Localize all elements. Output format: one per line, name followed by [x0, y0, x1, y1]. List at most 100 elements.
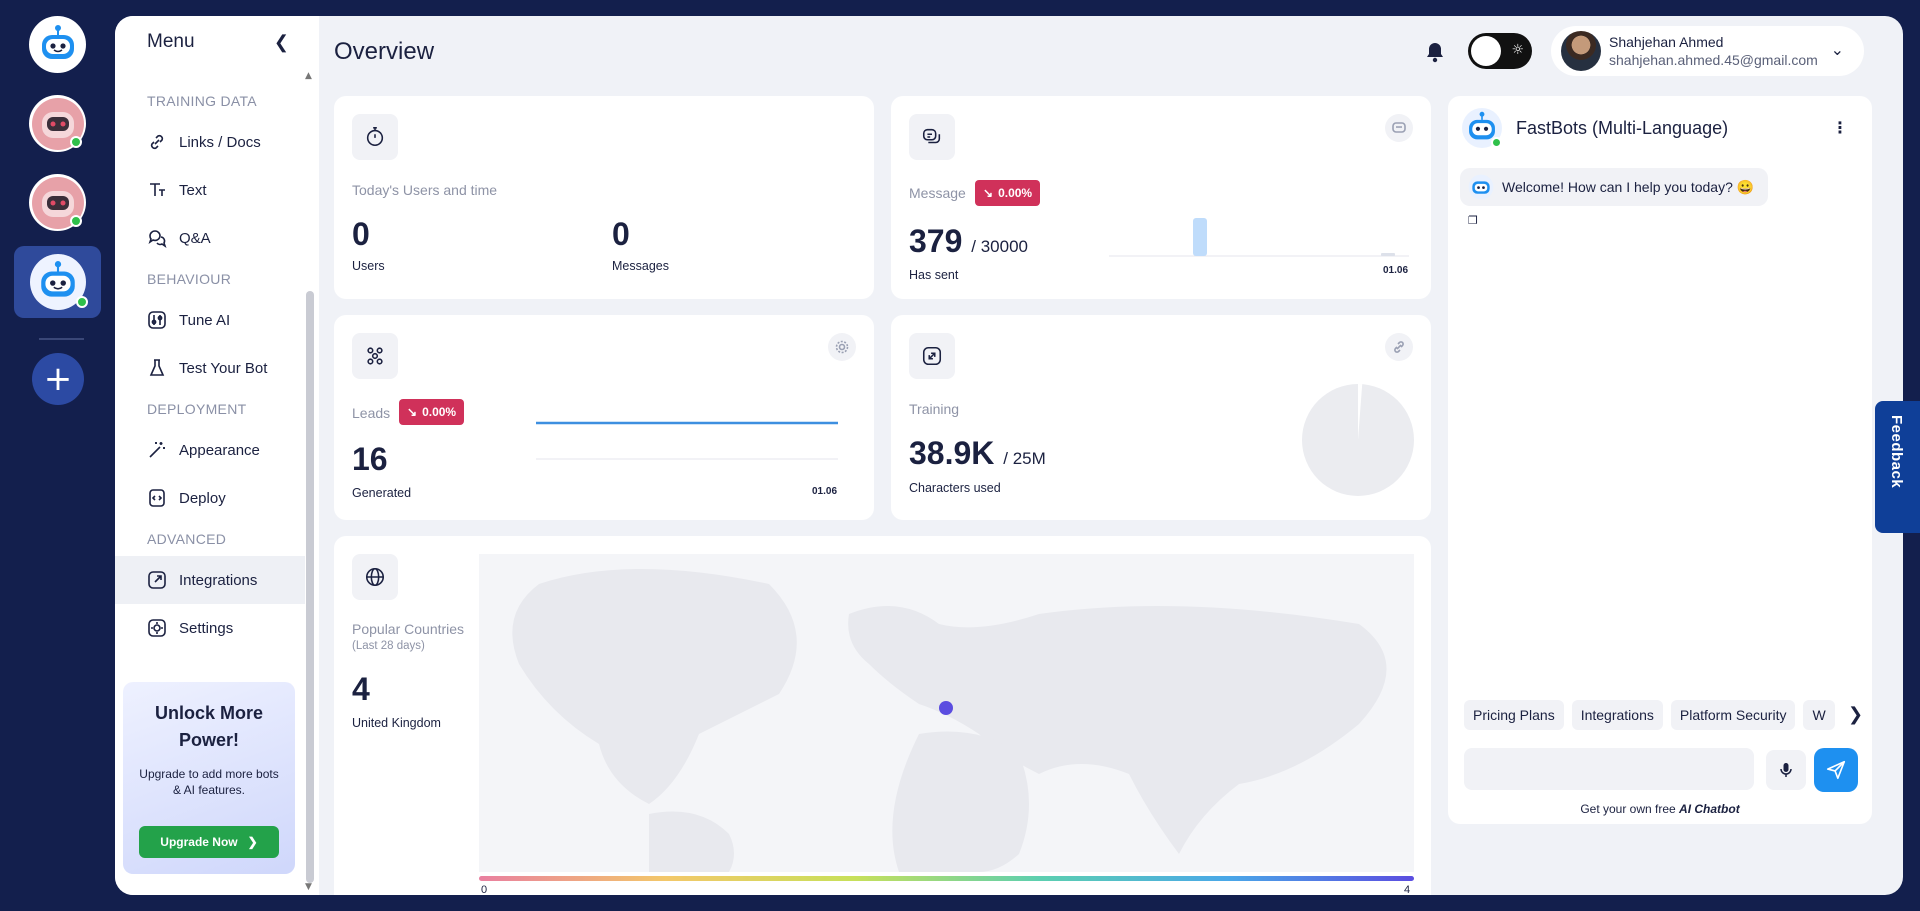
chat-title: FastBots (Multi-Language): [1516, 117, 1729, 138]
more-options-icon[interactable]: ⋮: [1832, 118, 1848, 137]
copy-icon[interactable]: ❐: [1468, 214, 1478, 227]
menu-item-label: Settings: [179, 619, 234, 637]
menu-item-tune-ai[interactable]: Tune AI: [115, 296, 305, 344]
theme-toggle[interactable]: ☼: [1468, 33, 1532, 69]
toggle-knob: [1471, 36, 1501, 66]
chevron-right-icon: ❯: [247, 835, 258, 849]
united-kingdom-marker[interactable]: [939, 701, 953, 715]
chatbot-avatar: [1462, 108, 1502, 148]
menu-item-links[interactable]: Links / Docs: [115, 118, 305, 166]
external-link-icon: [148, 571, 166, 589]
sun-icon: ☼: [1511, 42, 1524, 58]
feedback-tab[interactable]: Feedback: [1875, 401, 1920, 533]
leads-line-chart: [536, 421, 838, 460]
code-file-icon: [149, 489, 165, 507]
magic-wand-icon: [149, 442, 165, 458]
messages-value: 0: [612, 216, 630, 252]
chips-next-arrow-icon[interactable]: ❯: [1848, 704, 1863, 725]
menu-item-test-bot[interactable]: Test Your Bot: [115, 344, 305, 392]
training-value: 38.9K / 25M: [909, 435, 1046, 472]
world-map[interactable]: [479, 554, 1414, 872]
menu-item-settings[interactable]: Settings: [115, 604, 305, 652]
scroll-down-arrow-icon[interactable]: ▼: [305, 882, 312, 892]
upgrade-now-button[interactable]: Upgrade Now ❯: [139, 826, 279, 858]
rail-divider: [39, 338, 84, 340]
leads-change-badge: ↘ 0.00%: [399, 399, 465, 425]
welcome-text: Welcome! How can I help you today? 😀: [1502, 178, 1755, 195]
training-label: Training: [909, 401, 960, 417]
chat-header: FastBots (Multi-Language): [1462, 108, 1728, 148]
message-count: 379: [909, 223, 963, 259]
chip-integrations[interactable]: Integrations: [1571, 700, 1663, 730]
message-info-icon[interactable]: [1385, 114, 1413, 142]
ai-chatbot-link[interactable]: AI Chatbot: [1679, 802, 1740, 816]
menu-item-text[interactable]: Text: [115, 166, 305, 214]
trend-down-icon: ↘: [407, 405, 418, 419]
menu-title: Menu: [147, 31, 195, 52]
characters-used: 38.9K: [909, 435, 995, 471]
leads-settings-icon[interactable]: [828, 333, 856, 361]
notification-bell-icon[interactable]: [1423, 40, 1447, 64]
menu-scrollbar-thumb[interactable]: [306, 291, 314, 883]
chip-platform-security[interactable]: Platform Security: [1670, 700, 1796, 730]
message-bar-chart: [1109, 218, 1409, 257]
badge-value: 0.00%: [998, 186, 1033, 200]
menu-item-qa[interactable]: Q&A: [115, 214, 305, 262]
user-profile-menu[interactable]: Shahjehan Ahmed shahjehan.ahmed.45@gmail…: [1551, 26, 1864, 76]
avatar: [1561, 31, 1601, 71]
messages-sublabel: Messages: [612, 259, 669, 273]
menu-item-appearance[interactable]: Appearance: [115, 426, 305, 474]
promo-text: Upgrade to add more bots & AI features.: [139, 767, 279, 797]
bot-rail: +: [0, 0, 115, 911]
countries-value: 4: [352, 671, 370, 707]
bot-avatar-pink-1[interactable]: [29, 95, 86, 152]
chat-message-input[interactable]: [1464, 748, 1754, 790]
chevron-down-icon[interactable]: ⌄: [1831, 40, 1844, 59]
training-card: Training 38.9K / 25M Characters used: [891, 315, 1431, 520]
add-bot-button[interactable]: +: [32, 353, 84, 405]
menu-item-integrations[interactable]: Integrations: [115, 556, 305, 604]
training-sublabel: Characters used: [909, 481, 1001, 495]
users-card: Today's Users and time 0 Users 0 Message…: [334, 96, 874, 299]
chart-bar: [1381, 253, 1395, 256]
user-name: Shahjehan Ahmed: [1609, 34, 1724, 50]
menu-list: TRAINING DATA Links / Docs Text Q&A BEHA…: [115, 84, 305, 652]
bot-message-avatar: [1468, 174, 1494, 200]
chip-pricing-plans[interactable]: Pricing Plans: [1464, 700, 1564, 730]
expand-icon: [909, 333, 955, 379]
menu-item-label: Test Your Bot: [179, 359, 268, 377]
user-info: Shahjehan Ahmed shahjehan.ahmed.45@gmail…: [1609, 34, 1818, 68]
message-chart-tick: 01.06: [1383, 265, 1409, 276]
training-link-icon[interactable]: [1385, 333, 1413, 361]
bot-avatar-pink-2[interactable]: [29, 174, 86, 231]
countries-period: (Last 28 days): [352, 640, 425, 652]
collapse-menu-icon[interactable]: ❮: [274, 32, 289, 53]
menu-header: Menu ❮: [115, 16, 319, 68]
training-pie-chart: [1302, 384, 1414, 496]
bot-avatar-active[interactable]: [14, 246, 101, 318]
send-button[interactable]: [1814, 748, 1858, 792]
powered-by-text: Get your own free AI Chatbot: [1448, 802, 1872, 816]
scale-max-label: 4: [1404, 884, 1411, 895]
menu-item-label: Deploy: [179, 489, 226, 507]
users-sublabel: Users: [352, 259, 385, 273]
promo-title: Unlock More Power!: [154, 703, 264, 750]
users-card-label: Today's Users and time: [352, 182, 498, 198]
leads-label: Leads: [352, 405, 391, 421]
leads-value: 16: [352, 441, 388, 477]
message-total: / 30000: [971, 237, 1029, 256]
menu-item-deploy[interactable]: Deploy: [115, 474, 305, 522]
chip-more[interactable]: W: [1803, 700, 1835, 730]
fastbots-logo-icon[interactable]: [29, 16, 86, 73]
countries-card: Popular Countries (Last 28 days) 4 Unite…: [334, 536, 1431, 895]
microphone-button[interactable]: [1766, 750, 1806, 790]
scroll-up-arrow-icon[interactable]: ▲: [305, 71, 312, 81]
characters-total: / 25M: [1003, 449, 1046, 468]
section-advanced: ADVANCED: [147, 531, 227, 547]
flask-icon: [149, 359, 165, 376]
section-training-data: TRAINING DATA: [147, 93, 257, 109]
qa-icon: [148, 230, 167, 248]
leads-card: Leads ↘ 0.00% 16 Generated 01.06: [334, 315, 874, 520]
leads-sublabel: Generated: [352, 486, 412, 500]
upgrade-button-label: Upgrade Now: [160, 835, 238, 849]
